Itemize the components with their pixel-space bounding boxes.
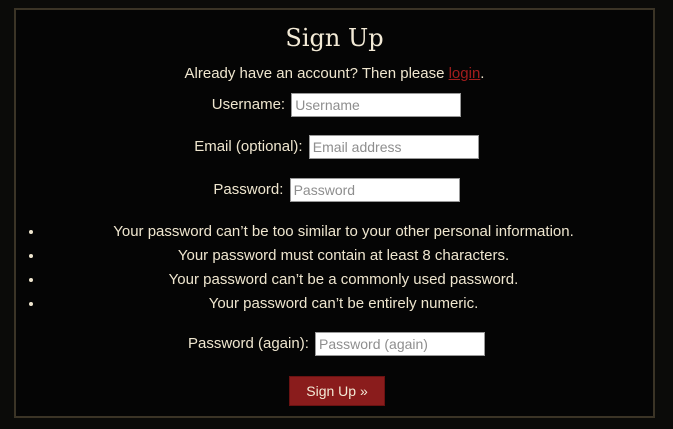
password-again-label: Password (again): [187, 335, 309, 353]
signup-panel: Sign Up Already have an account? Then pl… [14, 8, 655, 418]
password-again-input[interactable] [315, 332, 486, 357]
page-title: Sign Up [285, 24, 384, 52]
password-label: Password: [213, 181, 284, 199]
email-input[interactable] [308, 135, 479, 160]
username-input[interactable] [291, 93, 462, 118]
signup-submit-button[interactable]: Sign Up » [289, 376, 385, 406]
username-row: Username: [0, 93, 673, 118]
password-input[interactable] [289, 178, 460, 203]
email-label: Email (optional): [194, 138, 303, 156]
login-link[interactable]: login [449, 65, 481, 82]
username-label: Username: [211, 96, 286, 114]
login-prompt: Already have an account? Then please log… [16, 65, 653, 83]
password-help-list: Your password can’t be too similar to yo… [28, 220, 673, 316]
password-help-item: Your password can’t be a commonly used p… [44, 268, 673, 292]
password-row: Password: [0, 178, 673, 203]
password-again-row: Password (again): [0, 332, 673, 357]
email-row: Email (optional): [0, 135, 673, 160]
login-prompt-period: . [480, 65, 485, 82]
login-prompt-text: Already have an account? Then please [184, 65, 449, 82]
password-help-item: Your password can’t be too similar to yo… [44, 220, 673, 244]
password-help-item: Your password can’t be entirely numeric. [44, 292, 673, 316]
password-help-item: Your password must contain at least 8 ch… [44, 244, 673, 268]
